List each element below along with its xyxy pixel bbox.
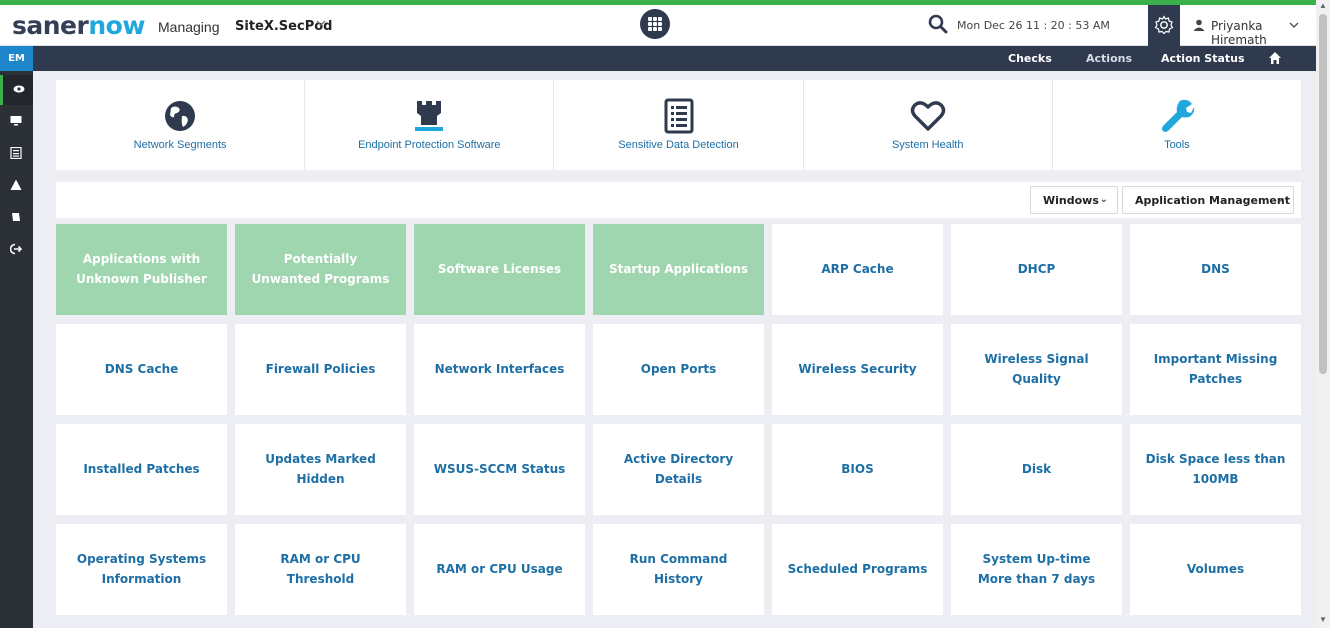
user-icon bbox=[1193, 19, 1205, 31]
logout-icon bbox=[10, 243, 22, 255]
check-tile[interactable]: DNS bbox=[1130, 224, 1301, 315]
left-sidebar: EM bbox=[0, 46, 33, 628]
category-network-segments[interactable]: Network Segments bbox=[56, 80, 306, 170]
check-tile[interactable]: BIOS bbox=[772, 424, 943, 515]
check-tile[interactable]: Open Ports bbox=[593, 324, 764, 415]
os-select[interactable]: Windows ⌄ bbox=[1030, 186, 1118, 214]
sidebar-item-alert[interactable] bbox=[0, 171, 33, 201]
check-tile[interactable]: Important Missing Patches bbox=[1130, 324, 1301, 415]
castle-icon bbox=[415, 101, 444, 131]
checks-grid: Applications with Unknown Publisher Poten… bbox=[56, 224, 1301, 628]
check-tile[interactable]: Volumes bbox=[1130, 524, 1301, 615]
filter-bar: Windows ⌄ Application Management ⌄ bbox=[56, 182, 1301, 218]
check-tile[interactable]: DHCP bbox=[951, 224, 1122, 315]
check-tile[interactable]: Firewall Policies bbox=[235, 324, 406, 415]
sidebar-item-eye[interactable] bbox=[0, 75, 33, 105]
check-tile[interactable]: RAM or CPU Threshold bbox=[235, 524, 406, 615]
category-tools[interactable]: Tools bbox=[1053, 80, 1301, 170]
app-header: sanernow Managing SiteX.SecPod Mon Dec 2… bbox=[0, 5, 1316, 47]
check-tile[interactable]: Run Command History bbox=[593, 524, 764, 615]
chevron-down-icon[interactable] bbox=[1288, 19, 1300, 31]
scroll-down-arrow[interactable]: ▼ bbox=[1319, 616, 1327, 624]
check-tile[interactable]: Scheduled Programs bbox=[772, 524, 943, 615]
heart-icon bbox=[910, 101, 945, 131]
chevron-down-icon: ⌄ bbox=[1099, 194, 1108, 205]
scroll-up-arrow[interactable]: ▲ bbox=[1319, 2, 1327, 10]
sidebar-item-tag[interactable] bbox=[0, 203, 33, 233]
check-tile[interactable]: WSUS-SCCM Status bbox=[414, 424, 585, 515]
top-navbar: Checks Actions Action Status bbox=[33, 46, 1316, 71]
check-tile[interactable]: Software Licenses bbox=[414, 224, 585, 315]
scrollbar-thumb[interactable] bbox=[1319, 14, 1327, 374]
home-icon[interactable] bbox=[1268, 51, 1282, 65]
check-tile[interactable]: Network Interfaces bbox=[414, 324, 585, 415]
check-tile[interactable]: Operating Systems Information bbox=[56, 524, 227, 615]
check-tile[interactable]: Potentially Unwanted Programs bbox=[235, 224, 406, 315]
check-tile[interactable]: Active Directory Details bbox=[593, 424, 764, 515]
check-tile[interactable]: RAM or CPU Usage bbox=[414, 524, 585, 615]
wrench-icon bbox=[1161, 99, 1195, 132]
check-tile[interactable]: ARP Cache bbox=[772, 224, 943, 315]
tag-icon bbox=[12, 213, 20, 221]
check-category-select[interactable]: Application Management ⌄ bbox=[1122, 186, 1294, 214]
sidebar-item-monitor[interactable] bbox=[0, 107, 33, 137]
settings-button[interactable] bbox=[1148, 5, 1180, 46]
check-tile[interactable]: DNS Cache bbox=[56, 324, 227, 415]
chevron-down-icon: ⌄ bbox=[1275, 194, 1284, 205]
page-scrollbar[interactable]: ▲ ▼ bbox=[1316, 0, 1330, 628]
check-tile[interactable]: Applications with Unknown Publisher bbox=[56, 224, 227, 315]
report-icon bbox=[10, 147, 22, 159]
globe-icon bbox=[165, 101, 196, 131]
datetime-display: Mon Dec 26 11 : 20 : 53 AM bbox=[957, 19, 1110, 32]
nav-action-status[interactable]: Action Status bbox=[1161, 52, 1245, 65]
check-tile[interactable]: System Up-time More than 7 days bbox=[951, 524, 1122, 615]
apps-grid-button[interactable] bbox=[640, 9, 670, 39]
search-icon[interactable] bbox=[928, 14, 948, 34]
eye-icon bbox=[13, 85, 25, 93]
sidebar-badge-em[interactable]: EM bbox=[0, 46, 33, 71]
check-tile[interactable]: Installed Patches bbox=[56, 424, 227, 515]
category-system-health[interactable]: System Health bbox=[804, 80, 1053, 170]
category-endpoint-protection[interactable]: Endpoint Protection Software bbox=[305, 80, 555, 170]
managing-label: Managing bbox=[158, 19, 220, 35]
check-tile[interactable]: Wireless Signal Quality bbox=[951, 324, 1122, 415]
sanernow-logo[interactable]: sanernow bbox=[12, 11, 145, 40]
category-sensitive-data[interactable]: Sensitive Data Detection bbox=[554, 80, 804, 170]
category-bar: Network Segments Endpoint Protection Sof… bbox=[56, 80, 1301, 170]
check-tile[interactable]: Disk bbox=[951, 424, 1122, 515]
alert-icon bbox=[10, 179, 22, 190]
monitor-icon bbox=[10, 116, 22, 126]
user-menu[interactable]: Priyanka Hiremath bbox=[1211, 19, 1316, 47]
nav-actions[interactable]: Actions bbox=[1086, 52, 1132, 65]
list-doc-icon bbox=[664, 98, 693, 134]
chevron-down-icon[interactable] bbox=[316, 18, 326, 28]
gear-icon bbox=[1154, 15, 1174, 35]
check-tile[interactable]: Wireless Security bbox=[772, 324, 943, 415]
check-tile[interactable]: Disk Space less than 100MB bbox=[1130, 424, 1301, 515]
check-tile[interactable]: Updates Marked Hidden bbox=[235, 424, 406, 515]
sidebar-item-report[interactable] bbox=[0, 139, 33, 169]
sidebar-item-logout[interactable] bbox=[0, 235, 33, 265]
check-tile[interactable]: Startup Applications bbox=[593, 224, 764, 315]
nav-checks[interactable]: Checks bbox=[1008, 52, 1052, 65]
